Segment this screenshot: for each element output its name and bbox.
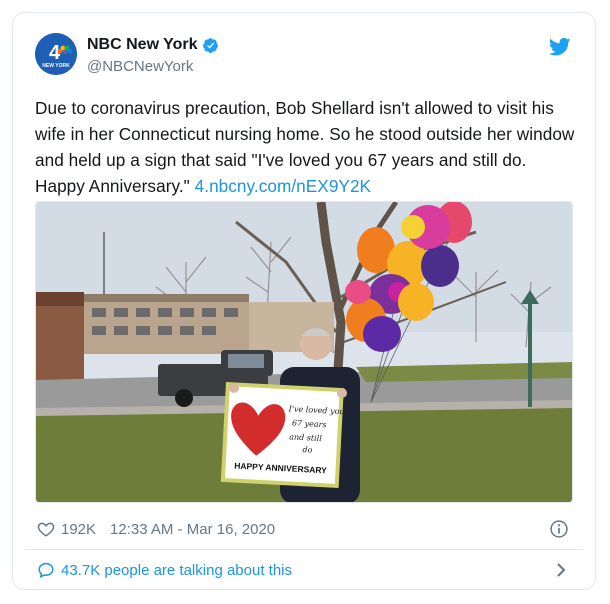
sign-line-4: do	[302, 445, 313, 455]
info-icon[interactable]	[549, 519, 569, 539]
heart-icon[interactable]	[37, 520, 55, 538]
sign-line-3: and still	[289, 432, 322, 443]
tweet-photo[interactable]: I've loved you 67 years and still do HAP…	[35, 201, 573, 503]
photo-image: I've loved you 67 years and still do HAP…	[36, 202, 572, 502]
avatar[interactable]: 4 NEW YORK	[35, 33, 77, 75]
tweet-meta: 192K 12:33 AM - Mar 16, 2020	[37, 518, 573, 540]
tweet-header: 4 NEW YORK NBC New York @NBCNewYork	[35, 33, 573, 81]
timestamp[interactable]: 12:33 AM - Mar 16, 2020	[110, 521, 275, 538]
talking-link[interactable]: 43.7K people are talking about this	[37, 559, 573, 581]
tweet-text: Due to coronavirus precaution, Bob Shell…	[35, 95, 580, 199]
sign-line-2: 67 years	[292, 419, 327, 430]
avatar-subtext: NEW YORK	[42, 63, 70, 69]
tweet-link[interactable]: 4.nbcny.com/nEX9Y2K	[195, 176, 371, 196]
twitter-bird-icon[interactable]	[549, 37, 571, 57]
divider	[25, 549, 583, 550]
tweet-card: 4 NEW YORK NBC New York @NBCNewYork Due …	[12, 12, 596, 590]
nbc-logo-icon: 4 NEW YORK	[35, 33, 77, 75]
chevron-right-icon[interactable]	[555, 562, 567, 578]
display-name[interactable]: NBC New York	[87, 36, 198, 54]
talking-text[interactable]: 43.7K people are talking about this	[61, 562, 292, 579]
verified-badge-icon	[202, 37, 218, 53]
handle[interactable]: @NBCNewYork	[87, 58, 219, 75]
like-count[interactable]: 192K	[61, 521, 96, 538]
chat-bubble-icon	[38, 562, 54, 579]
author-block[interactable]: NBC New York @NBCNewYork	[87, 35, 219, 75]
